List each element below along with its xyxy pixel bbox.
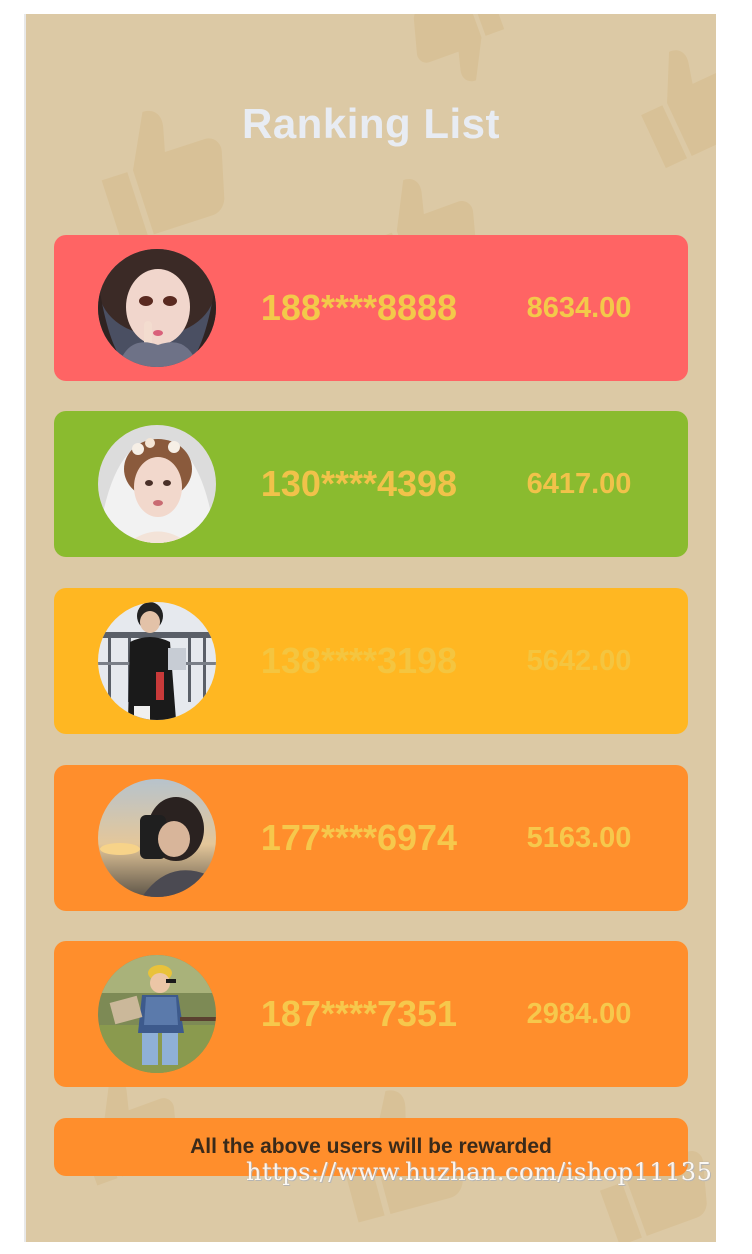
ranking-row-1[interactable]: 188****8888 8634.00 [54, 235, 688, 381]
ranking-row-3[interactable]: 138****3198 5642.00 [54, 588, 688, 734]
user-phone: 177****6974 [260, 817, 458, 858]
user-phone: 130****4398 [260, 463, 458, 504]
user-phone: 138****3198 [260, 640, 458, 681]
boy-balcony-avatar [98, 602, 216, 720]
ranking-page: Ranking List 188****8888 8634.00 130****… [26, 14, 716, 1242]
user-score: 8634.00 [526, 292, 632, 324]
sunset-selfie-avatar [98, 779, 216, 897]
watermark-url: https://www.huzhan.com/ishop11135 [246, 1158, 713, 1186]
user-score: 5163.00 [526, 822, 632, 854]
thumbs-up-icon [391, 14, 532, 109]
bride-avatar [98, 425, 216, 543]
user-score: 2984.00 [526, 998, 632, 1030]
ranking-row-2[interactable]: 130****4398 6417.00 [54, 411, 688, 557]
ranking-row-5[interactable]: 187****7351 2984.00 [54, 941, 688, 1087]
user-score: 6417.00 [526, 468, 632, 500]
page-title: Ranking List [241, 100, 501, 147]
user-phone: 188****8888 [260, 287, 458, 328]
ranking-row-4[interactable]: 177****6974 5163.00 [54, 765, 688, 911]
user-score: 5642.00 [526, 645, 632, 677]
child-park-avatar [98, 955, 216, 1073]
girl-illustration-avatar [98, 249, 216, 367]
user-phone: 187****7351 [260, 993, 458, 1034]
